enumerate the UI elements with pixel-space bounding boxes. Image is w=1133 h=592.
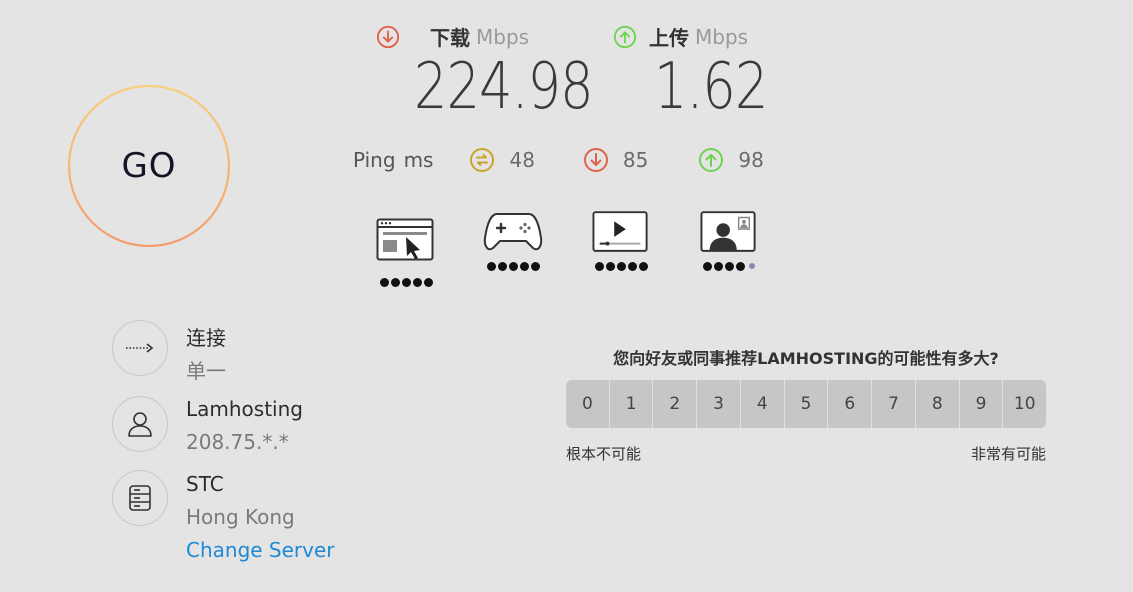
- survey-scale: 0 1 2 3 4 5 6 7 8 9 10: [566, 380, 1046, 428]
- download-speed-value: 224.98: [414, 50, 594, 124]
- video-chat-rating: [700, 262, 758, 271]
- web-browsing-icon: [376, 218, 434, 261]
- scale-option-5[interactable]: 5: [784, 380, 829, 428]
- connection-icon-wrap: [112, 320, 168, 376]
- download-unit: Mbps: [476, 24, 530, 49]
- upload-speed-value: 1.62: [654, 50, 768, 124]
- scale-option-1[interactable]: 1: [609, 380, 654, 428]
- scale-option-6[interactable]: 6: [828, 380, 873, 428]
- download-label: 下载: [430, 26, 470, 50]
- usage-video-chat: [700, 210, 758, 271]
- video-streaming-rating: [592, 262, 650, 271]
- connection-title: 连接: [186, 326, 226, 350]
- scale-high-label: 非常有可能: [970, 445, 1046, 463]
- usage-video-streaming: [592, 210, 650, 271]
- ping-download-value: 85: [622, 148, 649, 172]
- ping-label: Ping: [353, 148, 396, 172]
- user-icon: [128, 412, 152, 437]
- scale-option-4[interactable]: 4: [740, 380, 785, 428]
- go-label: GO: [121, 146, 177, 186]
- ping-upload-value: 98: [738, 148, 764, 172]
- idle-latency-icon: [470, 148, 495, 172]
- isp-ip: 208.75.*.*: [186, 430, 289, 454]
- scale-option-3[interactable]: 3: [697, 380, 741, 428]
- video-streaming-icon: [592, 211, 648, 252]
- ping-row: Ping ms 48 85 98: [353, 147, 764, 173]
- connection-mode[interactable]: 单一: [186, 355, 226, 384]
- gaming-rating: [483, 262, 543, 271]
- scale-option-7[interactable]: 7: [872, 380, 916, 428]
- server-location: Hong Kong: [186, 505, 295, 529]
- upload-arrow-icon: [613, 25, 637, 49]
- survey-question: 您向好友或同事推荐LAMHOSTING的可能性有多大?: [613, 349, 999, 368]
- ping-idle: 48: [469, 147, 535, 173]
- ping-upload: 98: [698, 147, 764, 173]
- upload-label: 上传: [649, 26, 689, 50]
- scale-option-0[interactable]: 0: [566, 380, 610, 428]
- scale-low-label: 根本不可能: [566, 445, 642, 463]
- server-icon: [129, 485, 151, 511]
- scale-option-8[interactable]: 8: [915, 380, 960, 428]
- download-latency-icon: [583, 148, 608, 172]
- video-chat-icon: [700, 211, 756, 252]
- isp-name: Lamhosting: [186, 397, 303, 421]
- ping-download: 85: [583, 147, 648, 173]
- upload-latency-icon: [699, 148, 724, 172]
- scale-option-10[interactable]: 10: [1003, 380, 1046, 428]
- scale-option-9[interactable]: 9: [959, 380, 1004, 428]
- upload-header: 上传 Mbps: [613, 22, 748, 51]
- gaming-icon: [483, 213, 543, 251]
- go-button[interactable]: GO: [68, 85, 230, 247]
- usage-web-browsing: [376, 210, 436, 287]
- ping-unit: ms: [403, 148, 434, 172]
- ping-idle-value: 48: [509, 148, 535, 172]
- change-server-link[interactable]: Change Server: [186, 538, 335, 562]
- scale-option-2[interactable]: 2: [653, 380, 698, 428]
- web-browsing-rating: [376, 278, 436, 287]
- upload-unit: Mbps: [695, 24, 749, 49]
- download-header: 下载 Mbps: [376, 22, 529, 51]
- connections-icon: [126, 343, 154, 353]
- isp-icon-wrap: [112, 396, 168, 452]
- download-arrow-icon: [376, 25, 400, 49]
- server-icon-wrap: [112, 470, 168, 526]
- usage-gaming: [483, 210, 543, 271]
- server-name: STC: [186, 472, 224, 496]
